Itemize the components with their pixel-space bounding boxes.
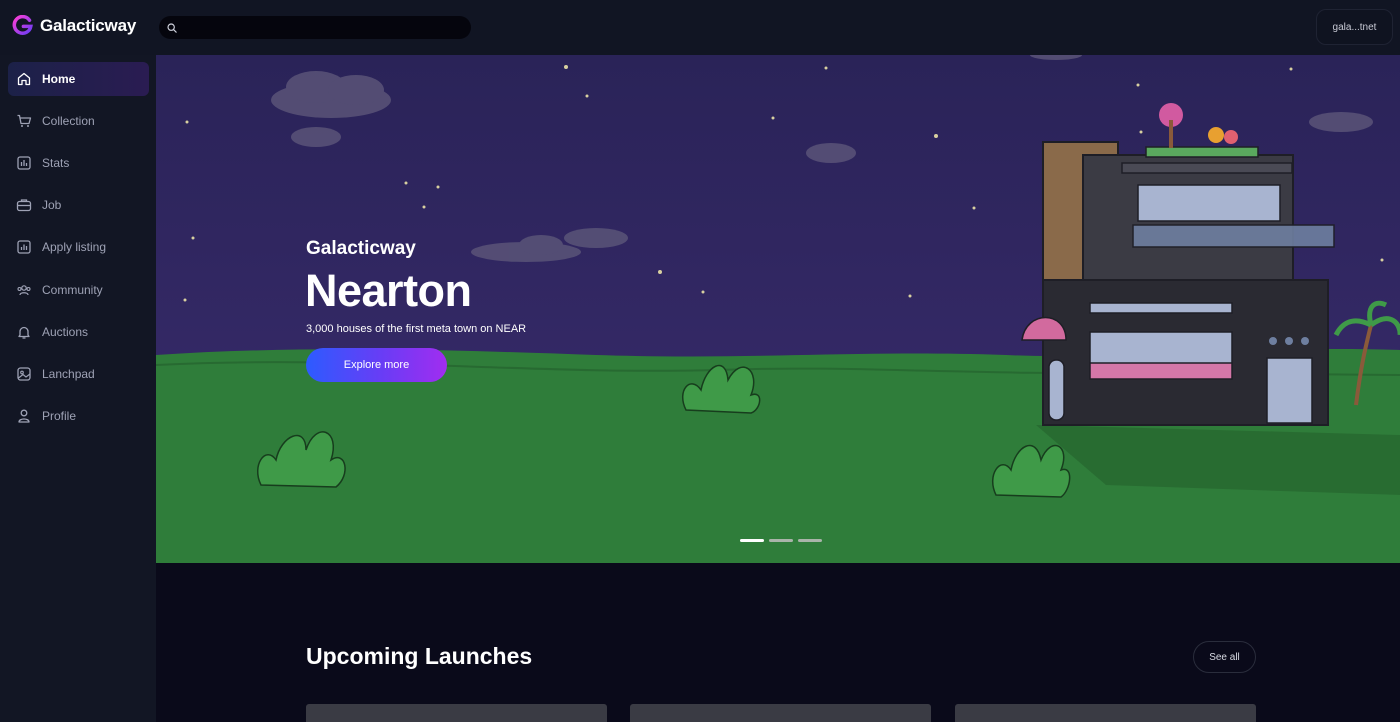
bell-icon [18, 326, 30, 339]
briefcase-icon [16, 199, 32, 212]
sidebar-item-job[interactable]: Job [8, 188, 149, 222]
hero-title: Nearton [305, 265, 472, 316]
sidebar-item-label: Community [42, 283, 103, 297]
top-bar: Galacticway gala...tnet [0, 0, 1400, 55]
section-title-upcoming: Upcoming Launches [306, 643, 533, 669]
user-icon [18, 409, 30, 423]
sidebar-item-label: Job [42, 198, 62, 212]
sidebar-item-collection[interactable]: Collection [8, 104, 149, 138]
sidebar-item-auctions[interactable]: Auctions [8, 315, 149, 349]
sidebar-item-stats[interactable]: Stats [8, 146, 149, 180]
sidebar-item-apply-listing[interactable]: Apply listing [8, 230, 149, 264]
galacticway-logo-icon [12, 15, 33, 35]
sidebar-item-label: Home [42, 72, 76, 86]
launch-card[interactable] [306, 704, 607, 722]
explore-more-button[interactable]: Explore more [306, 348, 447, 382]
cart-icon [17, 114, 32, 127]
sidebar-item-label: Auctions [42, 325, 89, 339]
brand-name: Galacticway [40, 15, 137, 35]
stats-icon [17, 156, 31, 170]
sidebar-item-label: Collection [42, 114, 95, 128]
chart-icon [17, 240, 31, 254]
carousel-dot[interactable] [798, 539, 822, 542]
sidebar-item-label: Apply listing [42, 240, 107, 254]
brand[interactable]: Galacticway [12, 15, 136, 36]
wallet-label: gala...tnet [1332, 21, 1377, 33]
search-bar[interactable] [159, 16, 471, 39]
community-icon [17, 285, 31, 296]
hero-subtitle: 3,000 houses of the first meta town on N… [306, 323, 527, 335]
launch-card[interactable] [630, 704, 931, 722]
sidebar-item-label: Stats [42, 156, 70, 170]
carousel-dot[interactable] [740, 539, 764, 542]
sidebar-item-lanchpad[interactable]: Lanchpad [8, 357, 149, 391]
launch-card[interactable] [955, 704, 1256, 722]
carousel-indicators [740, 539, 822, 542]
sidebar-item-community[interactable]: Community [8, 273, 149, 307]
image-icon [17, 367, 31, 381]
see-all-button[interactable]: See all [1193, 641, 1256, 673]
hero-banner: Galacticway Nearton 3,000 houses of the … [156, 55, 1400, 563]
home-icon [17, 72, 31, 86]
search-icon [167, 22, 177, 33]
carousel-dot[interactable] [769, 539, 793, 542]
search-input[interactable] [183, 20, 463, 35]
sidebar-item-label: Profile [42, 409, 77, 423]
hero-brand-label: Galacticway [306, 238, 416, 259]
sidebar-item-home[interactable]: Home [8, 62, 149, 96]
sidebar-item-profile[interactable]: Profile [8, 399, 149, 433]
sidebar-item-label: Lanchpad [42, 367, 95, 381]
wallet-button[interactable]: gala...tnet [1316, 9, 1393, 45]
sidebar: Home Collection Stats Job Apply listing … [0, 55, 156, 722]
